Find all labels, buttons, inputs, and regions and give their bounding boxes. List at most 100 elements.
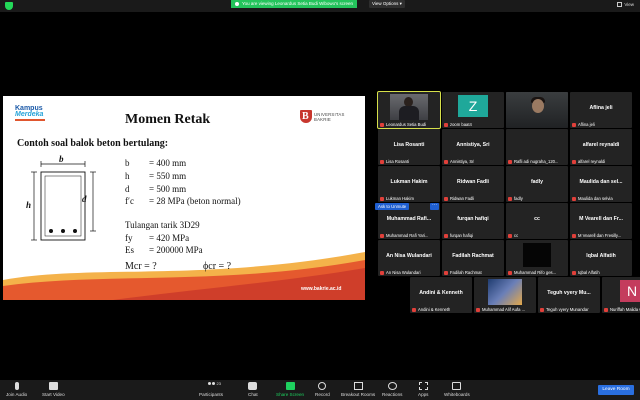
bakrie-logo: UNIVERSITAS BAKRIE [300,110,345,123]
participant-label: Annistiya, Sri [444,159,474,164]
participant-label: Teguh vyery Munandar [540,307,589,312]
participant-video [390,94,428,120]
rebar-sym-fy: fy [125,233,133,243]
participant-name: Fadilah Rachmat [452,253,494,259]
share-screen-icon [285,382,295,390]
participant-tile[interactable]: Andini & Kenneth Andini & Kenneth [410,277,472,313]
participant-tile[interactable]: Aflina jeli Aflina jeli [570,92,632,128]
leave-room-button[interactable]: Leave Room [598,385,634,395]
participants-button[interactable]: 23 Participants [199,381,223,397]
join-audio-label: Join Audio [6,392,28,397]
participant-label-text: zoom baat4 [450,122,472,127]
mic-muted-icon [572,233,576,238]
participant-tile[interactable]: Iqbal Alfatih Iqbal Alfatih [570,240,632,276]
participant-label: Lukman Hakim [380,196,414,201]
whiteboards-button[interactable]: Whiteboards [444,382,470,397]
participant-tile[interactable]: Muhammad Rifo ges... [506,240,568,276]
sharing-indicator-icon [235,2,239,6]
participant-tile[interactable]: Fadilah Rachmat Fadilah Rachmat [442,240,504,276]
participant-name: fadly [530,179,544,185]
shield-icon[interactable] [5,2,13,10]
participant-video [523,243,551,267]
participant-name: alfarel reynaldi [582,142,620,148]
apps-button[interactable]: Apps [418,382,428,397]
participant-tile[interactable]: Lisa Rosanti Lisa Rosanti [378,129,440,165]
participant-tile[interactable]: An Nisa Wulandari An Nisa Wulandari [378,240,440,276]
view-options-button[interactable]: View Options ▾ [369,0,405,8]
participant-label: An Nisa Wulandari [380,270,421,275]
participant-tile[interactable]: Annistiya, Sri Annistiya, Sri [442,129,504,165]
start-video-button[interactable]: Start Video [42,382,65,397]
diagram-label-d: d [82,194,87,204]
share-screen-label: Share Screen [276,392,305,397]
participant-label: Nuriffah Malida Chania [604,307,640,312]
breakout-rooms-label: Breakout Rooms [341,392,376,397]
bakrie-emblem-icon [300,110,312,123]
participant-tile[interactable]: Maulida dan sel... Maulida dan selvia [570,166,632,202]
participant-name: Lisa Rosanti [393,142,425,148]
participant-label-text: M Vearell dan Fresilly... [578,233,622,238]
participant-tile[interactable] [506,92,568,128]
breakout-rooms-button[interactable]: Breakout Rooms [341,382,375,397]
question-mcr: Mcr = ? [125,261,157,272]
participant-tile[interactable]: Ridwan Fadli Ridwan Fadli [442,166,504,202]
participant-tile[interactable]: Muhammad Alif Aufa ... [474,277,536,313]
logo-left-line2: Merdeka [15,111,44,118]
participant-label: Leonardus Setia Budi [380,122,426,127]
participant-label-text: Rafli adi nugraha_120... [514,159,559,164]
given-sym-fc: f′c [125,196,134,206]
participant-name: M Vearell dan Fr... [579,216,623,222]
beam-cross-section-diagram [31,161,96,241]
apps-label: Apps [418,392,429,397]
participant-tile[interactable]: Lukman Hakim Lukman Hakim [378,166,440,202]
join-audio-button[interactable]: Join Audio [6,382,27,397]
mic-muted-icon [380,122,384,127]
reactions-button[interactable]: Reactions [382,382,402,397]
participant-tile[interactable]: Leonardus Setia Budi [377,91,441,129]
participant-tile[interactable]: alfarel reynaldi alfarel reynaldi [570,129,632,165]
diagram-label-b: b [59,154,64,164]
diagram-label-h: h [26,200,32,210]
more-options-button[interactable]: ··· [430,203,439,210]
participant-tile[interactable]: fadly fadly [506,166,568,202]
given-val-fc: = 28 MPa (beton normal) [149,196,241,206]
whiteboards-label: Whiteboards [444,392,470,397]
ask-to-unmute-button[interactable]: Ask to Unmute [375,203,410,210]
view-button[interactable]: View [617,2,634,7]
participant-label-text: cc [514,233,519,238]
participant-tile[interactable]: furqan hafiqi furqan hafiqi [442,203,504,239]
participant-label: Fadilah Rachmat [444,270,482,275]
mic-muted-icon [380,270,384,275]
mic-muted-icon [572,196,576,201]
participant-label-text: furqan hafiqi [450,233,474,238]
participant-label: Muhammad Alif Aufa ... [476,307,525,312]
record-label: Record [315,392,330,397]
chat-button[interactable]: Chat [248,382,258,397]
participant-tile[interactable]: N Nuriffah Malida Chania [602,277,640,313]
mic-muted-icon [540,307,544,312]
participant-tile[interactable]: M Vearell dan Fr... M Vearell dan Fresill… [570,203,632,239]
participant-label-text: Nuriffah Malida Chania [610,307,640,312]
participant-name: Ridwan Fadli [457,179,489,185]
rebar-title: Tulangan tarik 3D29 [125,220,200,230]
reactions-label: Reactions [382,392,403,397]
mic-muted-icon [476,307,480,312]
participant-label-text: Muhammad Rafi Yari... [386,233,429,238]
record-icon [318,382,327,390]
participant-tile[interactable]: Zzoom baat4 [442,92,504,128]
participant-label: Andini & Kenneth [412,307,450,312]
participant-tile[interactable]: Rafli adi nugraha_120... [506,129,568,165]
chat-label: Chat [248,392,258,397]
share-screen-button[interactable]: Share Screen [276,382,304,397]
bakrie-logo-text: UNIVERSITAS BAKRIE [314,112,345,122]
participant-label-text: Teguh vyery Munandar [546,307,589,312]
mic-muted-icon [572,270,576,275]
mic-muted-icon [572,159,576,164]
participant-name: Lukman Hakim [390,179,428,185]
participant-label-text: Lukman Hakim [386,196,414,201]
participant-tile[interactable]: cc cc [506,203,568,239]
kampus-merdeka-logo: Kampus Merdeka [15,105,55,121]
participant-tile[interactable]: Teguh vyery Mu... Teguh vyery Munandar [538,277,600,313]
participant-label: Muhammad Rifo ges... [508,270,556,275]
record-button[interactable]: Record [315,382,330,397]
